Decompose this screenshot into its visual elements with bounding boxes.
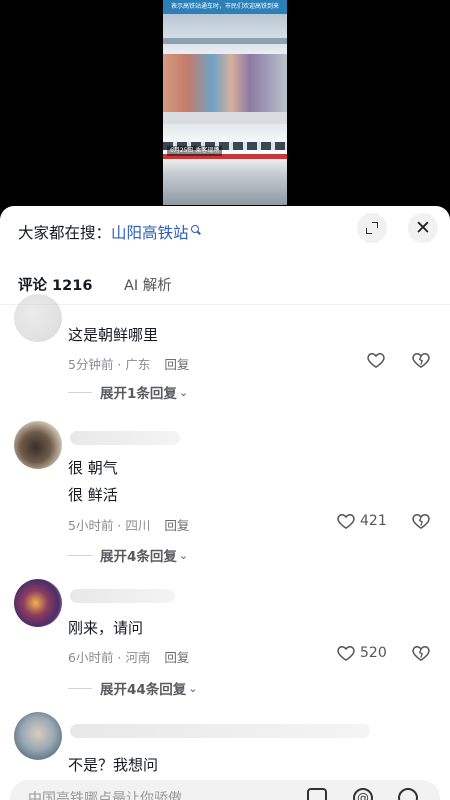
heart-icon — [367, 352, 385, 368]
thread-line — [68, 554, 92, 556]
thread-line — [68, 687, 92, 689]
comment-meta: 6小时前 · 河南 回复 — [68, 647, 189, 666]
like-button[interactable]: 520 — [336, 643, 387, 663]
comment-item: 很 朝气 很 鲜活 5小时前 · 四川 回复 421 展开4条回复 ⌄ — [0, 421, 450, 571]
comment-meta: 5分钟前 · 广东 回复 — [68, 354, 189, 373]
video-player[interactable]: 表示高铁站通车时，市民们欢迎高铁到来 6月25日 乘客现场 — [0, 0, 450, 215]
video-caption: 表示高铁站通车时，市民们欢迎高铁到来 — [163, 0, 287, 14]
heart-icon — [337, 645, 355, 661]
avatar[interactable] — [14, 421, 62, 469]
video-stamp: 6月25日 乘客现场 — [167, 146, 223, 156]
chevron-down-icon: ⌄ — [178, 548, 189, 562]
reply-button[interactable]: 回复 — [164, 650, 189, 665]
like-count: 421 — [360, 513, 387, 529]
close-icon: ✕ — [415, 216, 431, 239]
reply-button[interactable]: 回复 — [164, 357, 189, 372]
search-suggestion[interactable]: 大家都在搜：山阳高铁站 — [18, 221, 201, 243]
comment-meta: 5小时前 · 四川 回复 — [68, 515, 189, 534]
like-count: 520 — [360, 645, 387, 661]
expand-replies-label: 展开4条回复 — [100, 549, 177, 565]
expand-replies[interactable]: 展开4条回复 ⌄ — [68, 545, 188, 565]
emoji-icon[interactable] — [398, 788, 418, 800]
high-speed-train — [163, 124, 287, 205]
comment-text: 不是？我想问 — [68, 756, 159, 774]
image-icon[interactable] — [307, 788, 327, 800]
tab-ai-analysis[interactable]: AI 解析 — [124, 274, 172, 295]
comment-sheet: 大家都在搜：山阳高铁站 ✕ 评论 1216 AI 解析 这是朝鲜哪里 5分钟前 … — [0, 206, 450, 800]
search-term-link[interactable]: 山阳高铁站 — [111, 224, 189, 242]
dislike-icon[interactable] — [411, 643, 431, 663]
username-redacted — [70, 724, 370, 738]
search-icon — [190, 225, 201, 235]
comment-time-location: 6小时前 · 河南 — [68, 650, 151, 665]
comment-time-location: 5小时前 · 四川 — [68, 518, 151, 533]
username-redacted — [70, 431, 180, 445]
comment-text: 刚来，请问 — [68, 619, 144, 637]
comment-item: 刚来，请问 6小时前 · 河南 回复 520 展开44条回复 ⌄ — [0, 579, 450, 704]
comment-text: 很 朝气 — [68, 459, 118, 477]
expand-replies[interactable]: 展开1条回复 ⌄ — [68, 382, 188, 402]
platform-floor — [163, 112, 287, 124]
expand-button[interactable] — [357, 213, 387, 243]
comment-time-location: 5分钟前 · 广东 — [68, 357, 151, 372]
like-button[interactable] — [366, 350, 386, 370]
chevron-down-icon: ⌄ — [188, 681, 198, 695]
video-frame[interactable]: 表示高铁站通车时，市民们欢迎高铁到来 6月25日 乘客现场 — [163, 0, 287, 205]
search-prefix: 大家都在搜： — [18, 224, 112, 242]
comment-tabs: 评论 1216 AI 解析 — [0, 264, 450, 304]
avatar[interactable] — [14, 712, 62, 760]
avatar[interactable] — [14, 579, 62, 627]
comment-item: 这是朝鲜哪里 5分钟前 · 广东 回复 展开1条回复 ⌄ — [0, 294, 450, 414]
expand-icon — [366, 222, 378, 234]
dislike-icon[interactable] — [411, 511, 431, 531]
sheet-header: 大家都在搜：山阳高铁站 ✕ — [0, 206, 450, 256]
comment-input-bar[interactable]: 中国高铁哪点最让你骄傲 @ — [10, 780, 440, 800]
dislike-icon[interactable] — [411, 350, 431, 370]
chevron-down-icon: ⌄ — [178, 385, 189, 399]
tab-comments[interactable]: 评论 1216 — [18, 274, 92, 295]
expand-replies-label: 展开44条回复 — [100, 682, 187, 698]
comment-input-placeholder[interactable]: 中国高铁哪点最让你骄傲 — [28, 788, 182, 800]
heart-icon — [337, 513, 355, 529]
close-button[interactable]: ✕ — [408, 213, 438, 243]
like-button[interactable]: 421 — [336, 511, 387, 531]
username-redacted — [70, 589, 175, 603]
reply-button[interactable]: 回复 — [164, 518, 189, 533]
station-roof — [163, 14, 287, 54]
avatar[interactable] — [14, 294, 62, 342]
thread-line — [68, 391, 92, 393]
expand-replies-label: 展开1条回复 — [100, 386, 177, 402]
expand-replies[interactable]: 展开44条回复 ⌄ — [68, 678, 198, 698]
mention-icon[interactable]: @ — [353, 788, 373, 800]
comment-text: 这是朝鲜哪里 — [68, 326, 159, 344]
comment-text: 很 鲜活 — [68, 486, 118, 504]
